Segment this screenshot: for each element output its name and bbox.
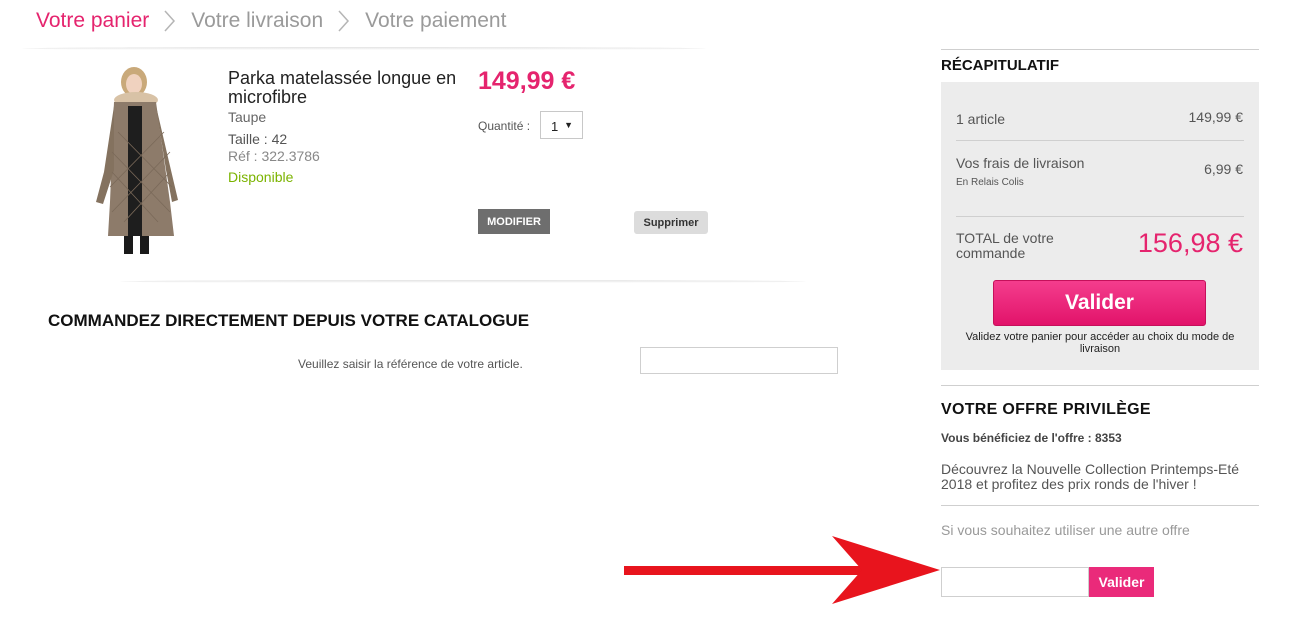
shipping-label: Vos frais de livraison [956, 155, 1085, 171]
product-color: Taupe [228, 109, 267, 125]
validate-note: Validez votre panier pour accéder au cho… [965, 331, 1235, 355]
header-divider [22, 47, 706, 50]
summary-title: RÉCAPITULATIF [941, 57, 1060, 74]
offer-description: Découvrez la Nouvelle Collection Printem… [941, 461, 1240, 492]
red-arrow-annotation [624, 536, 940, 604]
breadcrumb-step-payment: Votre paiement [365, 9, 507, 32]
breadcrumb-step-delivery: Votre livraison [191, 9, 324, 32]
validate-cart-button[interactable]: Valider [993, 280, 1206, 326]
breadcrumb: Votre panier Votre livraison Votre paiem… [36, 8, 506, 34]
summary-divider [956, 140, 1244, 141]
delete-button[interactable]: Supprimer [634, 211, 708, 234]
catalogue-ref-input[interactable] [640, 347, 838, 374]
apply-offer-button[interactable]: Valider [1089, 567, 1154, 597]
summary-divider [956, 216, 1244, 217]
product-price: 149,99 € [478, 67, 576, 95]
shipping-value: 6,99 € [1204, 161, 1243, 177]
breadcrumb-step-cart[interactable]: Votre panier [36, 9, 149, 33]
summary-top-rule [941, 49, 1259, 50]
product-divider [120, 280, 806, 283]
shipping-method: En Relais Colis [956, 177, 1024, 188]
quantity-select[interactable]: 1 ▼ [540, 111, 583, 139]
offer-code-input[interactable] [941, 567, 1089, 597]
modify-button[interactable]: MODIFIER [478, 209, 550, 234]
other-offer-label: Si vous souhaitez utiliser une autre off… [941, 522, 1190, 538]
offer-top-rule [941, 385, 1259, 386]
catalogue-ref-label: Veuillez saisir la référence de votre ar… [298, 357, 523, 371]
total-value: 156,98 € [1137, 228, 1243, 258]
product-size: Taille : 42 [228, 131, 288, 147]
product-name[interactable]: Parka matelassée longue en microfibre [228, 69, 473, 107]
availability-status: Disponible [228, 169, 294, 185]
product-reference: Réf : 322.3786 [228, 148, 320, 164]
articles-value: 149,99 € [1188, 109, 1244, 125]
quantity-value: 1 [551, 119, 559, 134]
offer-title: VOTRE OFFRE PRIVILÈGE [941, 401, 1151, 418]
articles-label: 1 article [956, 111, 1006, 127]
chevron-right-icon [164, 10, 176, 32]
total-label: TOTAL de votre commande [956, 230, 1054, 261]
chevron-right-icon [338, 10, 350, 32]
dropdown-arrow-icon: ▼ [564, 120, 573, 130]
offer-benefit: Vous bénéficiez de l'offre : 8353 [941, 431, 1122, 445]
quantity-label: Quantité : [478, 119, 531, 133]
offer-divider [941, 505, 1259, 506]
catalogue-title: COMMANDEZ DIRECTEMENT DEPUIS VOTRE CATAL… [48, 311, 530, 330]
product-image[interactable] [78, 62, 204, 256]
